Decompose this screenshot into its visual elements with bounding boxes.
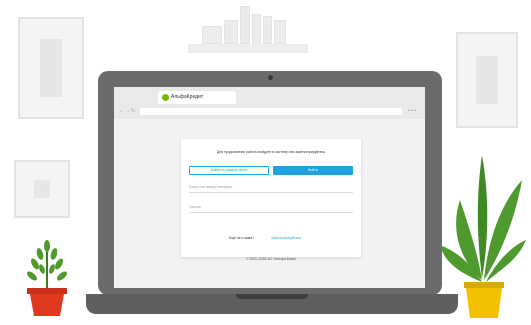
right-plant — [440, 150, 526, 320]
login-button[interactable]: Войти — [273, 166, 353, 175]
wall-frame-small-left — [14, 160, 70, 218]
back-icon[interactable]: ← — [119, 109, 124, 114]
password-field-underline — [189, 212, 353, 213]
wall-frame-right — [456, 32, 518, 128]
login-card: Для продолжения работы войдите в систему… — [181, 139, 361, 257]
address-bar[interactable] — [140, 108, 402, 115]
wall-frame-left — [18, 17, 84, 119]
browser-tab-title: АльфаКредит — [171, 94, 204, 100]
laptop-screen: АльфаКредит ← → ↻ • • • Для продолжения … — [114, 87, 425, 288]
wall-shelf — [188, 0, 308, 56]
laptop-camera — [268, 75, 273, 80]
reload-icon[interactable]: ↻ — [131, 109, 135, 114]
left-plant — [22, 236, 72, 320]
forward-icon[interactable]: → — [125, 109, 130, 114]
login-field-underline — [189, 192, 353, 193]
no-account-text: Еще не с нами? — [229, 236, 255, 240]
card-login-button[interactable]: Войти по номеру карты — [189, 166, 269, 175]
browser-menu-icon[interactable]: • • • — [408, 108, 422, 114]
footer-copyright: © 2001–2018 АО «Альфа-Банк» — [245, 257, 297, 261]
password-field[interactable]: Пароль — [189, 205, 201, 209]
login-field[interactable]: Логин или номер телефона — [189, 185, 232, 189]
browser-tab[interactable]: АльфаКредит — [158, 91, 236, 104]
login-heading: Для продолжения работы войдите в систему… — [216, 150, 326, 154]
alfa-logo-icon — [162, 94, 169, 101]
register-link[interactable]: Зарегистрируйтесь — [271, 236, 301, 240]
laptop-trackpad-notch — [236, 294, 308, 299]
